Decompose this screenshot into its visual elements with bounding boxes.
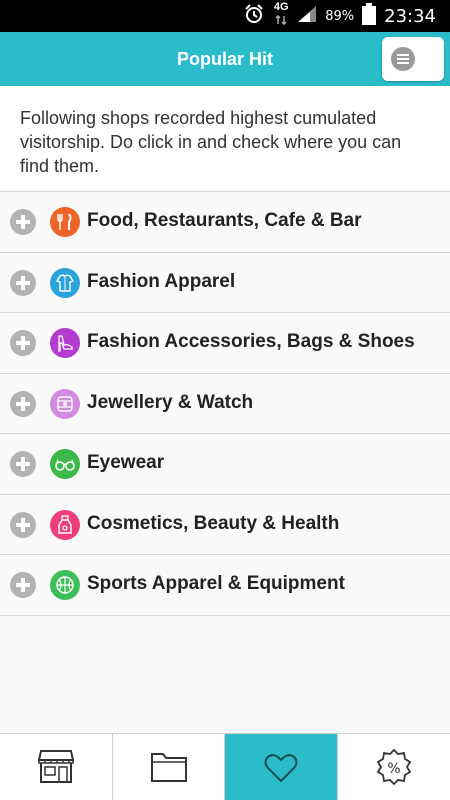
shirt-icon — [50, 267, 80, 298]
category-label: Jewellery & Watch — [87, 391, 254, 413]
category-row-fashion-apparel[interactable]: Fashion Apparel — [0, 252, 450, 313]
status-bar: 4G 89% 23:34 — [0, 0, 450, 32]
battery-icon — [362, 2, 377, 30]
category-label: Eyewear — [87, 452, 165, 473]
bottom-nav: % — [0, 733, 450, 800]
category-label: Sports Apparel & Equipment — [87, 573, 345, 594]
expand-plus-icon[interactable] — [10, 330, 36, 356]
folder-icon — [150, 753, 187, 782]
expand-plus-icon[interactable] — [10, 209, 36, 235]
signal-icon — [297, 5, 317, 28]
network-type: 4G — [273, 1, 289, 13]
category-list: Food, Restaurants, Cafe & Bar Fashion Ap… — [0, 192, 450, 616]
app-header: Popular Hit — [0, 32, 450, 86]
glasses-icon — [50, 449, 80, 479]
basketball-icon — [50, 570, 80, 600]
clock: 23:34 — [384, 5, 436, 27]
discount-badge-icon: % — [376, 748, 411, 786]
category-label: Food, Restaurants, Cafe & Bar — [87, 210, 362, 231]
category-row-food[interactable]: Food, Restaurants, Cafe & Bar — [0, 192, 450, 253]
category-row-jewellery[interactable]: Jewellery & Watch — [0, 373, 450, 434]
store-icon — [37, 750, 75, 783]
status-bar-right: 4G 89% 23:34 — [243, 0, 436, 32]
expand-plus-icon[interactable] — [10, 451, 36, 477]
fork-knife-icon — [50, 207, 80, 237]
menu-icon — [391, 47, 415, 71]
svg-text:%: % — [387, 761, 400, 777]
data-arrows-icon: 4G — [273, 2, 289, 30]
nav-store[interactable] — [0, 734, 113, 800]
perfume-icon — [50, 509, 80, 540]
category-label: Cosmetics, Beauty & Health — [87, 512, 340, 534]
expand-plus-icon[interactable] — [10, 269, 36, 296]
battery-percent: 89% — [325, 8, 355, 24]
category-row-fashion-accessories[interactable]: Fashion Accessories, Bags & Shoes — [0, 313, 450, 374]
expand-plus-icon[interactable] — [10, 511, 36, 538]
alarm-icon — [243, 3, 265, 30]
category-label: Fashion Apparel — [87, 270, 236, 292]
nav-favourites[interactable] — [225, 734, 338, 800]
nav-discounts[interactable]: % — [338, 734, 450, 800]
nav-folder[interactable] — [113, 734, 225, 800]
category-row-eyewear[interactable]: Eyewear — [0, 434, 450, 495]
expand-plus-icon[interactable] — [10, 572, 36, 598]
category-label: Fashion Accessories, Bags & Shoes — [87, 331, 415, 352]
intro-text: Following shops recorded highest cumulat… — [0, 86, 450, 192]
category-row-cosmetics[interactable]: Cosmetics, Beauty & Health — [0, 494, 450, 555]
high-heel-icon — [50, 328, 80, 358]
expand-plus-icon[interactable] — [10, 390, 36, 417]
jewellery-icon — [50, 388, 80, 419]
menu-button[interactable] — [382, 37, 444, 81]
heart-icon — [264, 754, 298, 783]
category-row-sports[interactable]: Sports Apparel & Equipment — [0, 555, 450, 616]
